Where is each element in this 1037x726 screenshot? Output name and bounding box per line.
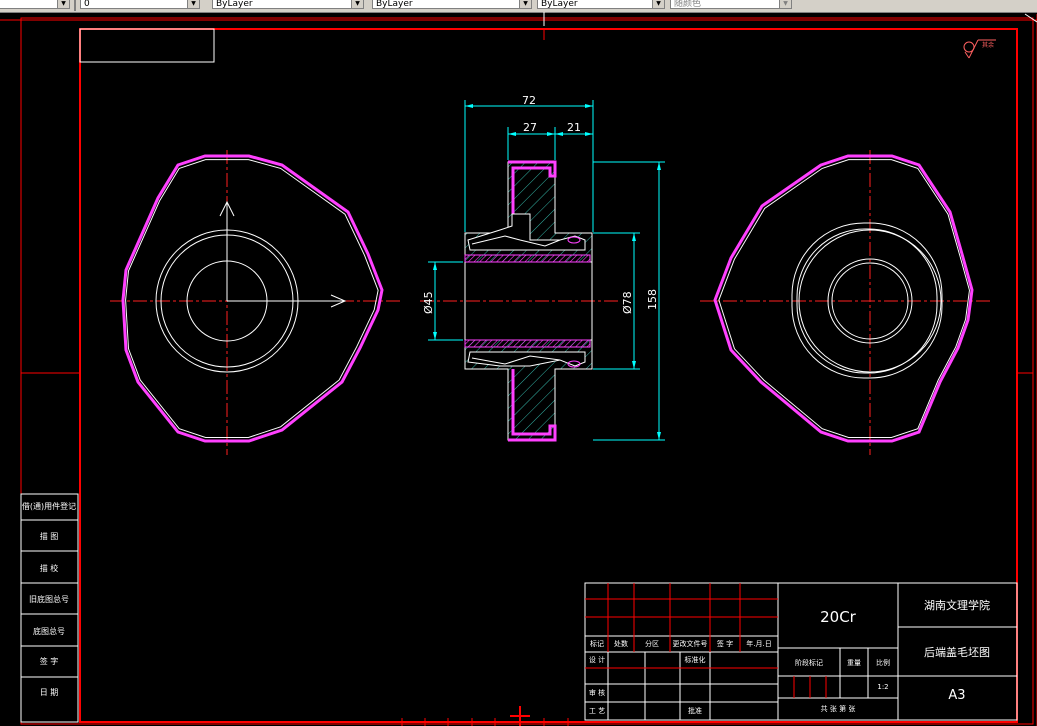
linetype-value-text: ByLayer — [376, 0, 413, 9]
sheets-label: 共 张 第 张 — [821, 704, 856, 713]
sheet-size: A3 — [948, 688, 965, 703]
chevron-down-icon: ▼ — [187, 0, 199, 8]
linetype-dropdown[interactable]: ByLayer ▼ — [372, 0, 532, 9]
side-record-table: 借(通)用件登记 描 图 描 校 旧底图总号 底图总号 签 字 日 期 — [20, 493, 79, 723]
chevron-down-icon: ▼ — [57, 0, 69, 8]
layer-name-text: 0 — [84, 0, 90, 9]
process-label: 工 艺 — [589, 707, 605, 715]
side-label: 旧底图总号 — [29, 594, 69, 604]
side-label: 描 校 — [40, 563, 59, 573]
side-label: 描 图 — [40, 531, 59, 541]
left-end-view — [110, 150, 400, 455]
dim-flange-width: 21 — [567, 121, 581, 134]
color-dropdown[interactable]: ByLayer ▼ — [212, 0, 364, 9]
scale-label: 比例 — [876, 658, 890, 667]
dim-hub-dia: Ø78 — [621, 291, 634, 314]
rev-header: 处数 — [614, 639, 628, 648]
side-label: 底图总号 — [33, 626, 65, 636]
approve-label: 批准 — [688, 706, 702, 715]
rev-header: 标记 — [590, 639, 604, 648]
standard-label: 标准化 — [685, 655, 706, 664]
plotstyle-value-text: 随颜色 — [674, 0, 702, 9]
dim-hub-width: 27 — [523, 121, 537, 134]
roughness-note: 其余 — [982, 41, 994, 49]
material-text: 20Cr — [820, 608, 857, 626]
design-label: 设 计 — [589, 655, 605, 664]
layer-name-combo[interactable]: 0 ▼ — [80, 0, 200, 9]
chevron-down-icon: ▼ — [351, 0, 363, 8]
lineweight-dropdown[interactable]: ByLayer ▼ — [537, 0, 665, 9]
drawing-canvas[interactable]: 其余 72 27 21 158 Ø78 Ø45 借(通)用件登记 描 图 描 校… — [0, 12, 1037, 726]
toolbar-separator — [74, 0, 76, 11]
school-name: 湖南文理学院 — [924, 598, 990, 612]
review-label: 审 核 — [589, 688, 605, 697]
chevron-down-icon: ▼ — [652, 0, 664, 8]
drawing-title: 后端盖毛坯图 — [924, 645, 990, 659]
rev-header: 签 字 — [717, 639, 733, 648]
chevron-down-icon: ▼ — [519, 0, 531, 8]
roughness-symbol-icon: 其余 — [963, 39, 996, 59]
layer-dropdown[interactable]: ▼ — [0, 0, 70, 9]
plotstyle-dropdown[interactable]: 随颜色 ▼ — [670, 0, 792, 9]
side-label: 借(通)用件登记 — [22, 501, 76, 511]
side-label: 签 字 — [40, 656, 59, 666]
side-label: 日 期 — [40, 688, 59, 697]
weight-label: 重量 — [847, 659, 861, 667]
drawing-code-box — [79, 28, 215, 63]
lineweight-value-text: ByLayer — [541, 0, 578, 9]
stage-label: 阶段标记 — [795, 658, 823, 667]
right-end-view — [700, 150, 990, 455]
color-value-text: ByLayer — [216, 0, 253, 9]
dim-overall-width: 72 — [522, 94, 536, 107]
scale-value: 1:2 — [877, 683, 888, 691]
rev-header: 年.月.日 — [746, 639, 771, 648]
dim-outer-dia: 158 — [646, 289, 659, 310]
title-block: 标记 处数 分区 更改文件号 签 字 年.月.日 设 计 标准化 审 核 工 艺… — [584, 582, 1018, 721]
rev-header: 更改文件号 — [673, 639, 708, 648]
chevron-down-icon: ▼ — [779, 0, 791, 8]
dim-bore-dia: Ø45 — [422, 291, 435, 314]
rev-header: 分区 — [645, 639, 659, 648]
section-view — [420, 160, 620, 442]
